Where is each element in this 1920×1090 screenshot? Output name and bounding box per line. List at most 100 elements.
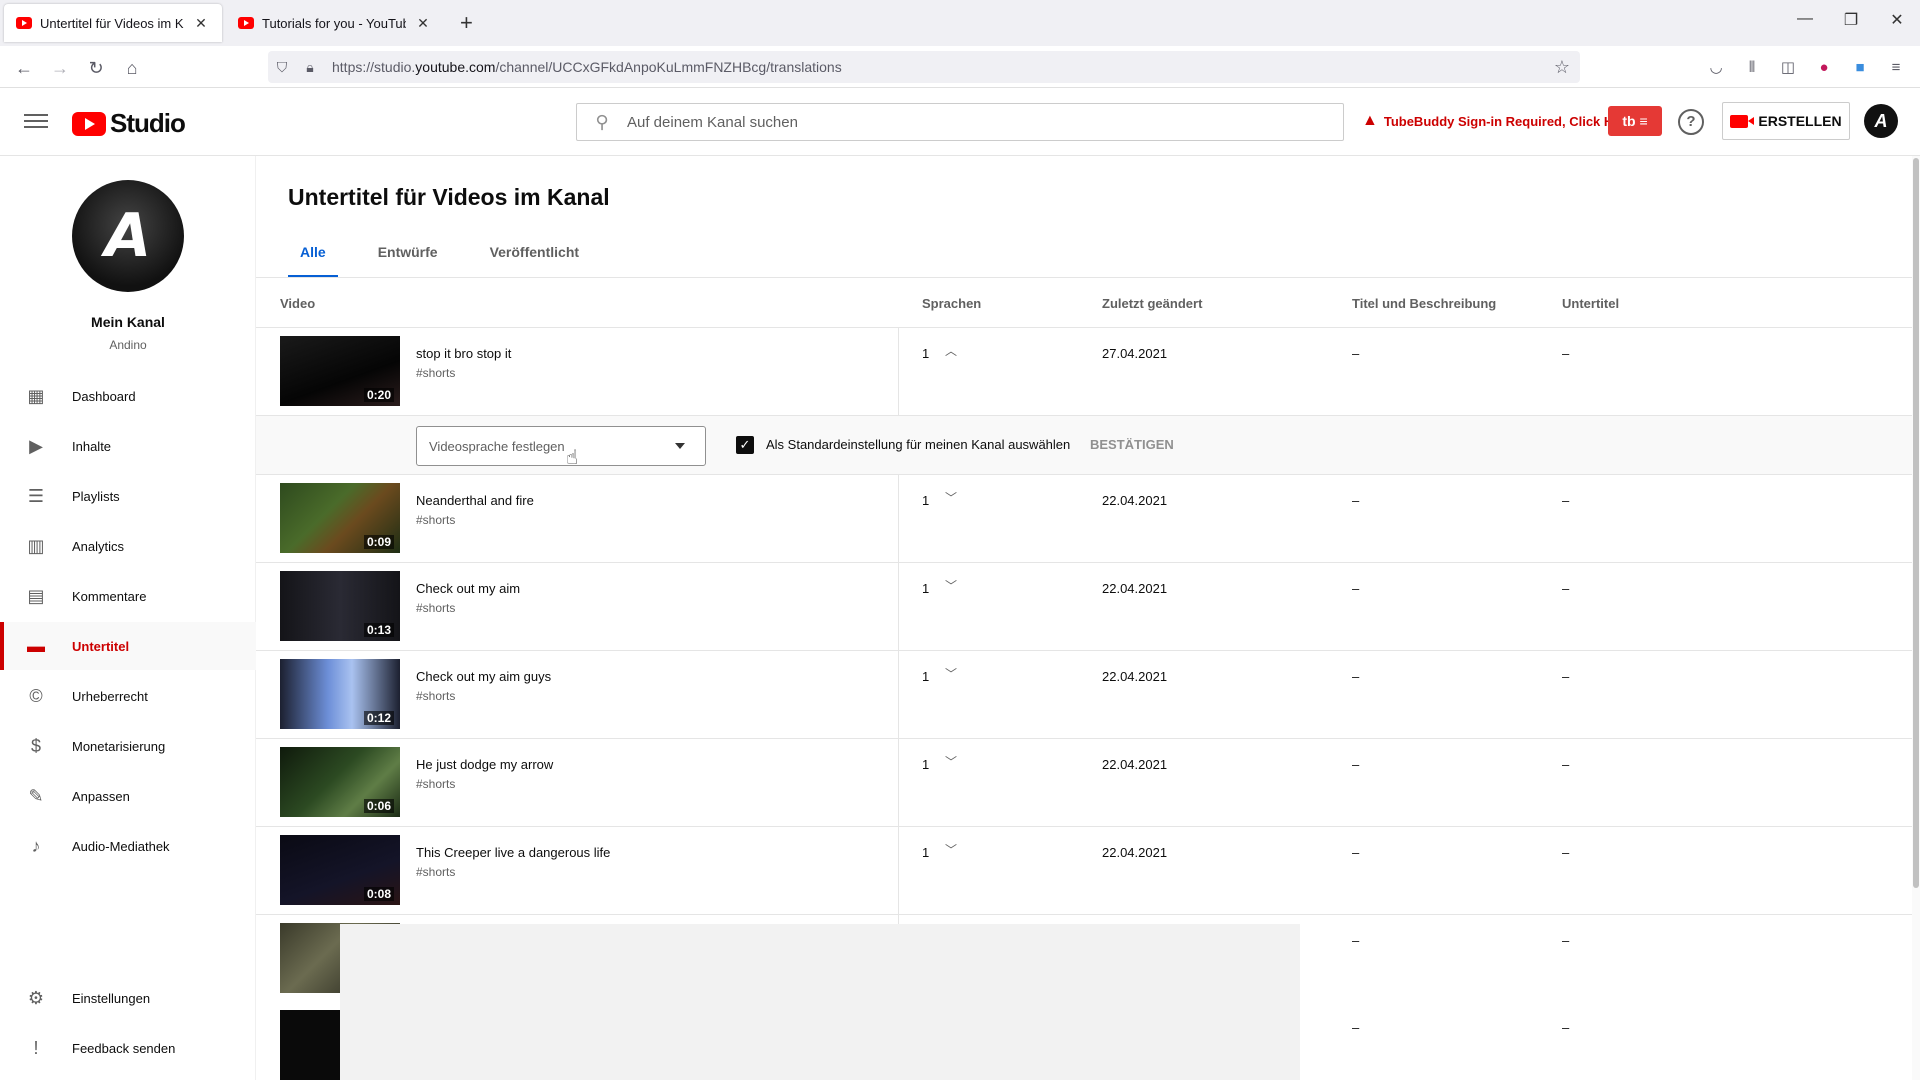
subtitles-status: –	[1562, 669, 1570, 684]
extension-icon[interactable]: ■	[1848, 56, 1872, 80]
chevron-down-icon[interactable]: ﹀	[942, 841, 960, 859]
chevron-down-icon[interactable]: ﹀	[942, 577, 960, 595]
browser-tab-youtube[interactable]: Tutorials for you - YouTube ✕	[226, 4, 444, 42]
sidebar-item-label: Urheberrecht	[72, 688, 148, 704]
channel-name: Mein Kanal	[91, 314, 165, 330]
sidebar-item-untertitel[interactable]: ▬ Untertitel	[0, 622, 256, 670]
table-row[interactable]: 0:13 Check out my aim #shorts 1 ﹀ 22.04.…	[256, 563, 1912, 651]
video-thumbnail[interactable]: 0:09	[280, 483, 400, 553]
restore-button[interactable]: ❐	[1828, 10, 1874, 30]
window-close-button[interactable]: ✕	[1874, 10, 1920, 30]
help-icon[interactable]: ?	[1678, 109, 1704, 135]
subtitles-status: –	[1562, 757, 1570, 772]
sidebar-item-kommentare[interactable]: ▤ Kommentare	[0, 572, 256, 620]
language-settings-panel: Videosprache festlegen ✓ Als Standardein…	[256, 415, 1912, 475]
title-description-status: –	[1352, 845, 1360, 860]
sidebar-toggle-icon[interactable]: ◫	[1776, 56, 1800, 80]
table-row[interactable]: 0:06 He just dodge my arrow #shorts 1 ﹀ …	[256, 739, 1912, 827]
reload-icon[interactable]: ↻	[82, 54, 110, 82]
create-button[interactable]: ERSTELLEN	[1722, 102, 1850, 140]
default-setting-checkbox[interactable]: ✓	[736, 436, 754, 454]
bookmark-star-icon[interactable]: ☆	[1554, 57, 1570, 78]
account-avatar[interactable]: A	[1864, 104, 1898, 138]
column-header-last-changed[interactable]: Zuletzt geändert	[1102, 296, 1202, 311]
content-icon: ▶	[29, 436, 43, 456]
channel-search-input[interactable]: ⚲ Auf deinem Kanal suchen	[576, 103, 1344, 141]
tab-entwuerfe[interactable]: Entwürfe	[366, 236, 450, 278]
back-arrow-icon[interactable]: ←	[10, 54, 38, 82]
studio-logo[interactable]: Studio	[72, 108, 186, 139]
confirm-button[interactable]: BESTÄTIGEN	[1090, 437, 1174, 452]
warning-icon: ▲	[1362, 112, 1378, 129]
sidebar-item-urheberrecht[interactable]: © Urheberrecht	[0, 672, 256, 720]
sidebar-item-label: Feedback senden	[72, 1040, 176, 1056]
new-tab-button[interactable]: +	[460, 10, 473, 36]
tab-close-icon[interactable]: ✕	[192, 15, 210, 32]
tab-alle[interactable]: Alle	[288, 236, 338, 278]
chevron-down-icon[interactable]: ﹀	[942, 665, 960, 683]
adblock-extension-icon[interactable]: ●	[1812, 56, 1836, 80]
forward-arrow-icon[interactable]: →	[46, 54, 74, 82]
title-description-status: –	[1352, 669, 1360, 684]
loading-overlay	[340, 924, 1300, 1080]
home-icon[interactable]: ⌂	[118, 54, 146, 82]
sidebar-item-anpassen[interactable]: ✎ Anpassen	[0, 772, 256, 820]
chevron-down-icon[interactable]: ﹀	[942, 753, 960, 771]
video-title[interactable]: stop it bro stop it	[416, 346, 511, 361]
sidebar-item-playlists[interactable]: ☰ Playlists	[0, 472, 256, 520]
table-row[interactable]: 0:09 Neanderthal and fire #shorts 1 ﹀ 22…	[256, 475, 1912, 563]
default-setting-label[interactable]: Als Standardeinstellung für meinen Kanal…	[766, 437, 1070, 452]
gear-icon: ⚙	[27, 988, 45, 1008]
library-icon[interactable]: ⫴	[1740, 56, 1764, 80]
video-description: #shorts	[416, 865, 456, 879]
video-duration: 0:08	[363, 887, 394, 901]
tab-close-icon[interactable]: ✕	[414, 15, 432, 32]
shield-icon[interactable]: ⛉	[268, 59, 296, 76]
minimize-button[interactable]: —	[1782, 10, 1828, 28]
video-title[interactable]: Check out my aim guys	[416, 669, 551, 684]
address-bar[interactable]: ⛉ 🔒︎ https://studio.youtube.com/channel/…	[268, 51, 1580, 83]
sidebar-item-dashboard[interactable]: ▦ Dashboard	[0, 372, 256, 420]
sidebar-item-label: Einstellungen	[72, 990, 151, 1006]
lock-icon[interactable]: 🔒︎	[296, 59, 324, 76]
dollar-icon: $	[30, 736, 41, 756]
video-thumbnail[interactable]: 0:12	[280, 659, 400, 729]
video-title[interactable]: He just dodge my arrow	[416, 757, 553, 772]
video-description: #shorts	[416, 689, 456, 703]
sidebar-item-feedback[interactable]: ! Feedback senden	[0, 1024, 256, 1072]
sidebar-item-monetarisierung[interactable]: $ Monetarisierung	[0, 722, 256, 770]
title-description-status: –	[1352, 757, 1360, 772]
video-thumbnail[interactable]: 0:20	[280, 336, 400, 406]
video-title[interactable]: This Creeper live a dangerous life	[416, 845, 610, 860]
table-row[interactable]: 0:08 This Creeper live a dangerous life …	[256, 827, 1912, 915]
video-title[interactable]: Check out my aim	[416, 581, 520, 596]
table-row[interactable]: 0:12 Check out my aim guys #shorts 1 ﹀ 2…	[256, 651, 1912, 739]
tab-veroeffentlicht[interactable]: Veröffentlicht	[478, 236, 591, 278]
video-title[interactable]: Neanderthal and fire	[416, 493, 534, 508]
scrollbar-thumb[interactable]	[1913, 158, 1919, 888]
video-thumbnail[interactable]: 0:06	[280, 747, 400, 817]
hamburger-menu-icon[interactable]	[24, 110, 48, 134]
sidebar-item-analytics[interactable]: ▥ Analytics	[0, 522, 256, 570]
video-thumbnail[interactable]: 0:13	[280, 571, 400, 641]
video-language-select[interactable]: Videosprache festlegen	[416, 426, 706, 466]
pocket-icon[interactable]: ◡	[1704, 56, 1728, 80]
chevron-down-icon[interactable]: ﹀	[942, 489, 960, 507]
tubebuddy-menu-button[interactable]: tb ≡	[1608, 106, 1662, 136]
channel-avatar[interactable]: A	[72, 180, 184, 292]
video-thumbnail[interactable]: 0:08	[280, 835, 400, 905]
browser-tab-studio[interactable]: Untertitel für Videos im Kanal - ✕	[4, 4, 222, 42]
tubebuddy-signin-link[interactable]: ▲ TubeBuddy Sign-in Required, Click Here	[1362, 112, 1633, 130]
create-label: ERSTELLEN	[1758, 113, 1842, 129]
menu-icon[interactable]: ≡	[1884, 56, 1908, 80]
sidebar-item-einstellungen[interactable]: ⚙ Einstellungen	[0, 974, 256, 1022]
dashboard-icon: ▦	[27, 386, 45, 406]
sidebar-item-label: Kommentare	[72, 588, 147, 604]
chevron-up-icon[interactable]: ︿	[942, 342, 960, 360]
sidebar-item-audio-mediathek[interactable]: ♪ Audio-Mediathek	[0, 822, 256, 870]
video-duration: 0:13	[363, 623, 394, 637]
title-description-status: –	[1352, 1020, 1360, 1035]
channel-avatar-letter: A	[104, 201, 152, 271]
table-row[interactable]: 0:20 stop it bro stop it #shorts 1 ︿ 27.…	[256, 328, 1912, 416]
sidebar-item-inhalte[interactable]: ▶ Inhalte	[0, 422, 256, 470]
